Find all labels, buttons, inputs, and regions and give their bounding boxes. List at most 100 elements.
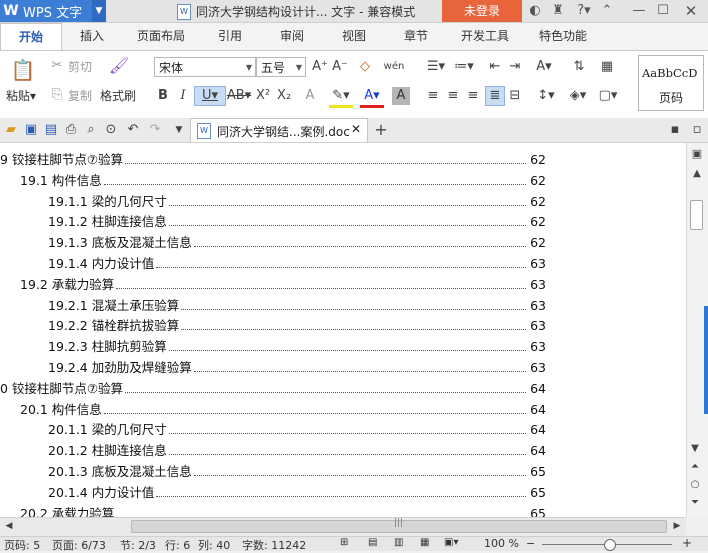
app-menu-button[interactable]: W WPS 文字 ▼	[0, 0, 106, 22]
next-page-icon[interactable]: ⏷	[686, 494, 704, 512]
zoom-value[interactable]: 100 %	[484, 537, 519, 550]
window-mode-icon[interactable]: ▫	[688, 121, 706, 139]
status-page-of[interactable]: 页面: 6/73	[52, 537, 106, 553]
skin-icon[interactable]: ◐	[526, 2, 544, 20]
paste-icon[interactable]: 📋	[10, 57, 36, 83]
bullet-list-icon[interactable]: ☰▾	[424, 58, 448, 76]
toc-entry[interactable]: 20.2 承载力验算65	[20, 504, 546, 517]
undo-icon[interactable]: ↶	[124, 121, 142, 139]
customize-toolbar-icon[interactable]: ▼	[170, 121, 188, 139]
align-center-icon[interactable]: ≡	[444, 87, 462, 105]
tab-references[interactable]: 引用	[208, 23, 252, 50]
style-gallery-item[interactable]: AaBbCcD 页码	[638, 55, 704, 111]
sort-icon[interactable]: ⇅	[568, 58, 590, 76]
split-view-icon[interactable]: ▣	[688, 145, 706, 163]
help-icon[interactable]: ?▾	[572, 2, 596, 20]
italic-icon[interactable]: I	[174, 87, 192, 105]
toc-entry[interactable]: 20.1 构件信息64	[20, 400, 546, 420]
font-name-select[interactable]: 宋体▼	[154, 57, 256, 77]
collapse-ribbon-icon[interactable]: ⌃	[598, 2, 616, 20]
scroll-up-icon[interactable]: ▲	[688, 165, 706, 183]
status-word-count[interactable]: 字数: 11242	[242, 537, 306, 553]
toc-entry[interactable]: 20.1.3 底板及混凝土信息65	[48, 462, 546, 482]
tab-home[interactable]: 开始	[0, 23, 62, 52]
tab-view[interactable]: 视图	[332, 23, 376, 50]
track-changes-icon[interactable]: ⊞	[340, 537, 348, 548]
tab-review[interactable]: 审阅	[270, 23, 314, 50]
tab-page-layout[interactable]: 页面布局	[130, 23, 192, 50]
outline-view-icon[interactable]: ▥	[394, 537, 403, 548]
toc-entry[interactable]: 20.1.2 柱脚连接信息64	[48, 441, 546, 461]
toc-entry[interactable]: 19.1.1 梁的几何尺寸62	[48, 192, 546, 212]
copy-icon[interactable]: ⎘	[48, 86, 66, 104]
table-grid-icon[interactable]: ▦	[598, 58, 616, 76]
toc-entry[interactable]: 20.1.1 梁的几何尺寸64	[48, 420, 546, 440]
zoom-out-icon[interactable]: −	[526, 537, 535, 550]
shirt-icon[interactable]: ♜	[549, 2, 567, 20]
clear-format-icon[interactable]: ◇	[356, 58, 374, 76]
paragraph-shading-icon[interactable]: ◈▾	[566, 87, 590, 105]
toc-entry[interactable]: 19.2.3 柱脚抗剪验算63	[48, 337, 546, 357]
text-effect-icon[interactable]: A	[301, 87, 319, 105]
font-color-icon[interactable]: A▾	[360, 87, 384, 108]
superscript-icon[interactable]: X²	[254, 87, 272, 105]
tab-insert[interactable]: 插入	[70, 23, 114, 50]
close-window-icon[interactable]: ✕	[682, 2, 700, 20]
borders-icon[interactable]: ▢▾	[596, 87, 620, 105]
underline-icon[interactable]: U▾	[194, 86, 226, 106]
vertical-scroll-thumb[interactable]	[690, 200, 703, 230]
maximize-icon[interactable]: ☐	[654, 2, 672, 20]
justify-icon[interactable]: ≣	[485, 86, 505, 106]
minimize-icon[interactable]: —	[630, 2, 648, 20]
grow-font-icon[interactable]: A⁺	[311, 58, 329, 76]
save-icon[interactable]: ▣	[22, 121, 40, 139]
scissors-icon[interactable]: ✂	[48, 57, 66, 75]
shrink-font-icon[interactable]: A⁻	[331, 58, 349, 76]
toc-entry[interactable]: 19.1.2 柱脚连接信息62	[48, 212, 546, 232]
scroll-down-icon[interactable]: ▼	[686, 440, 704, 458]
font-size-select[interactable]: 五号▼	[256, 57, 306, 77]
scroll-right-icon[interactable]: ▶	[668, 517, 686, 535]
copy-button[interactable]: 复制	[68, 87, 92, 104]
distributed-icon[interactable]: ⊟	[506, 87, 524, 105]
tab-developer[interactable]: 开发工具	[454, 23, 516, 50]
document-page[interactable]: 9 铰接柱脚节点⑦验算6219.1 构件信息6219.1.1 梁的几何尺寸621…	[0, 143, 686, 517]
select-browse-object-icon[interactable]: ○	[686, 476, 704, 494]
align-left-icon[interactable]: ≡	[424, 87, 442, 105]
side-panel-strip[interactable]	[704, 306, 708, 414]
decrease-indent-icon[interactable]: ⇤	[486, 58, 504, 76]
status-page-num[interactable]: 页码: 5	[4, 537, 40, 553]
export-pdf-icon[interactable]: ▤	[42, 121, 60, 139]
toc-entry[interactable]: 9 铰接柱脚节点⑦验算62	[0, 150, 546, 170]
reading-view-icon[interactable]: ▦	[420, 537, 429, 548]
highlight-icon[interactable]: ✎▾	[329, 87, 353, 108]
bold-icon[interactable]: B	[154, 87, 172, 105]
app-menu-dropdown-icon[interactable]: ▼	[92, 0, 106, 22]
web-view-icon[interactable]: ▣▾	[444, 537, 458, 548]
align-right-icon[interactable]: ≡	[464, 87, 482, 105]
page-view-icon[interactable]: ▤	[368, 537, 377, 548]
tab-list-icon[interactable]: ▪	[666, 121, 684, 139]
spellcheck-icon[interactable]: ⊙	[102, 121, 120, 139]
toc-entry[interactable]: 20.1.4 内力设计值65	[48, 483, 546, 503]
case-change-icon[interactable]: A▾	[532, 58, 556, 76]
horizontal-scroll-thumb[interactable]: |||	[131, 520, 667, 533]
line-spacing-icon[interactable]: ↕▾	[534, 87, 558, 105]
toc-entry[interactable]: 19.2.1 混凝土承压验算63	[48, 296, 546, 316]
format-painter-button[interactable]: 格式刷	[100, 87, 136, 104]
toc-entry[interactable]: 19.1.3 底板及混凝土信息62	[48, 233, 546, 253]
strikethrough-icon[interactable]: AB▾	[226, 87, 252, 105]
toc-entry[interactable]: 19.1 构件信息62	[20, 171, 546, 191]
zoom-in-icon[interactable]: +	[682, 536, 692, 550]
subscript-icon[interactable]: X₂	[275, 87, 293, 105]
print-icon[interactable]: ⎙	[62, 121, 80, 139]
scroll-left-icon[interactable]: ◀	[0, 517, 18, 535]
login-button[interactable]: 未登录	[442, 0, 522, 22]
increase-indent-icon[interactable]: ⇥	[506, 58, 524, 76]
paste-button[interactable]: 粘贴▾	[6, 87, 36, 104]
close-tab-icon[interactable]: ✕	[351, 122, 361, 136]
tab-chapter[interactable]: 章节	[394, 23, 438, 50]
toc-entry[interactable]: 19.2.2 锚栓群抗拔验算63	[48, 316, 546, 336]
tab-special[interactable]: 特色功能	[532, 23, 594, 50]
print-preview-icon[interactable]: ⌕	[82, 121, 100, 139]
